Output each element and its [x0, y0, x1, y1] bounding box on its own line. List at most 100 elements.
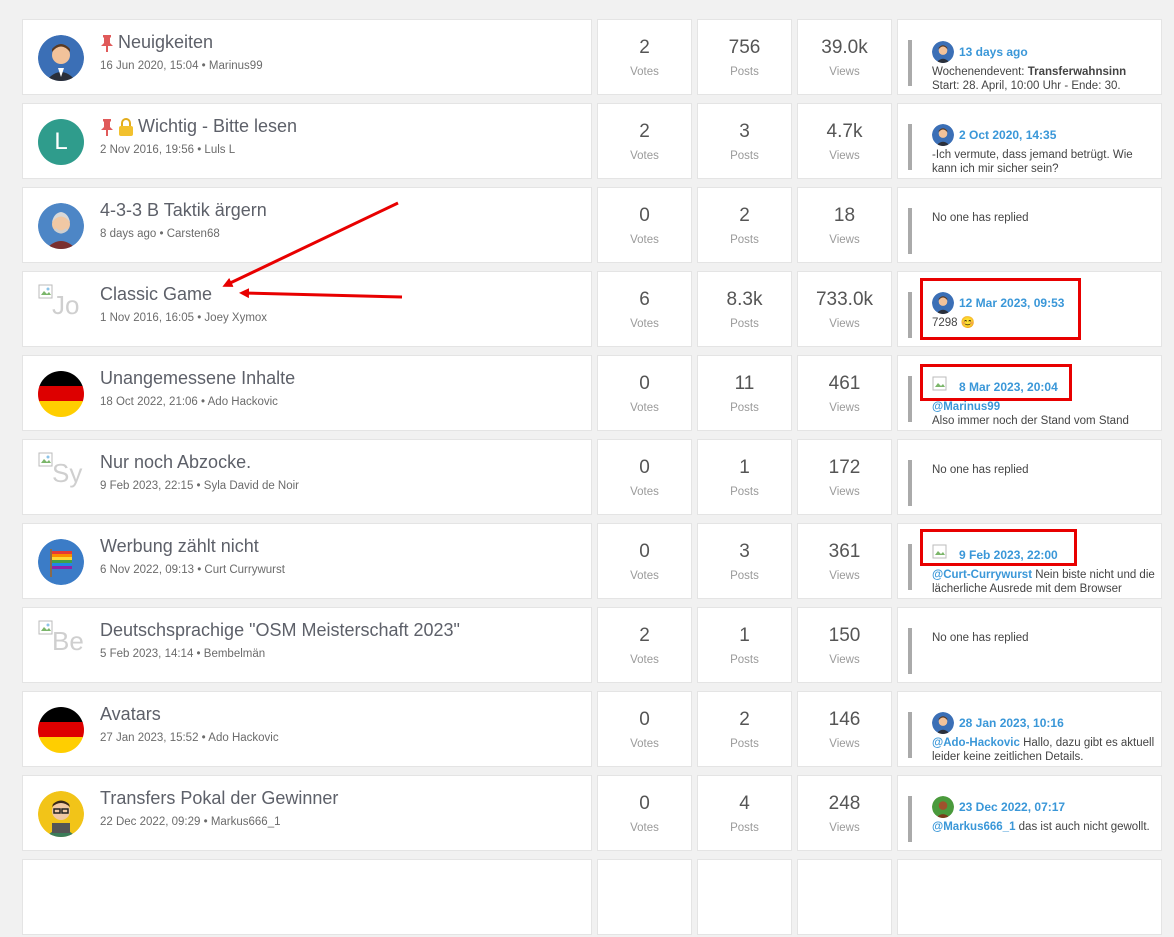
broken-image-icon[interactable]: Sy	[38, 452, 88, 502]
topic-row[interactable]: Neuigkeiten 16 Jun 2020, 15:04 • Marinus…	[22, 19, 1162, 97]
views-label: Views	[829, 402, 860, 414]
last-post-date[interactable]: 2 Oct 2020, 14:35	[959, 128, 1056, 142]
last-post-text: @Curt-Currywurst Nein biste nicht und di…	[932, 569, 1155, 595]
votes-cell: 0 Votes	[597, 775, 692, 851]
votes-label: Votes	[630, 570, 659, 582]
last-post-cell: 13 days ago Wochenendevent: Transferwahn…	[897, 19, 1162, 95]
author-link[interactable]: Ado Hackovic	[208, 396, 278, 408]
views-label: Views	[829, 486, 860, 498]
topic-title[interactable]: 4-3-3 B Taktik ärgern	[100, 200, 267, 221]
votes-cell: 0 Votes	[597, 523, 692, 599]
views-cell: 146 Views	[797, 691, 892, 767]
posts-label: Posts	[730, 318, 759, 330]
views-cell: 461 Views	[797, 355, 892, 431]
votes-cell: 0 Votes	[597, 439, 692, 515]
topic-row[interactable]: Be Deutschsprachige "OSM Meisterschaft 2…	[22, 607, 1162, 685]
topic-row[interactable]: Sy Nur noch Abzocke. 9 Feb 2023, 22:15 •…	[22, 439, 1162, 517]
topic-cell: Neuigkeiten 16 Jun 2020, 15:04 • Marinus…	[22, 19, 592, 95]
views-cell: 18 Views	[797, 187, 892, 263]
posts-count: 3	[739, 121, 750, 142]
germany-flag-icon[interactable]	[38, 371, 84, 417]
posts-label: Posts	[730, 150, 759, 162]
votes-cell: 0 Votes	[597, 355, 692, 431]
votes-label: Votes	[630, 66, 659, 78]
topic-row[interactable]: Transfers Pokal der Gewinner 22 Dec 2022…	[22, 775, 1162, 853]
posts-cell: 3 Posts	[697, 103, 792, 179]
topic-meta: 8 days ago • Carsten68	[100, 228, 220, 240]
last-post-cell: No one has replied	[897, 607, 1162, 683]
last-post-text: @Markus666_1 das ist auch nicht gewollt.	[932, 821, 1150, 833]
posts-cell: 11 Posts	[697, 355, 792, 431]
views-label: Views	[829, 570, 860, 582]
views-cell: 150 Views	[797, 607, 892, 683]
author-link[interactable]: Joey Xymox	[204, 312, 267, 324]
topic-title[interactable]: Wichtig - Bitte lesen	[100, 116, 297, 137]
man-suit-icon[interactable]	[932, 712, 954, 734]
pin-icon	[101, 34, 113, 52]
posts-label: Posts	[730, 738, 759, 750]
topic-title[interactable]: Werbung zählt nicht	[100, 536, 259, 557]
last-post-date[interactable]: 28 Jan 2023, 10:16	[959, 716, 1064, 730]
posts-cell: 1 Posts	[697, 439, 792, 515]
topic-title[interactable]: Neuigkeiten	[100, 32, 213, 53]
author-link[interactable]: Bembelmän	[204, 648, 265, 660]
avatar-alt-text: Jo	[52, 290, 80, 320]
views-cell: 733.0k Views	[797, 271, 892, 347]
man-suit-icon[interactable]	[932, 124, 954, 146]
posts-count: 8.3k	[726, 289, 763, 310]
topic-cell: L Wichtig - Bitte lesen 2 Nov 2016, 19:5…	[22, 103, 592, 179]
posts-cell	[697, 859, 792, 935]
broken-image-icon[interactable]: Jo	[38, 284, 88, 334]
topic-meta: 5 Feb 2023, 14:14 • Bembelmän	[100, 648, 266, 660]
views-cell: 361 Views	[797, 523, 892, 599]
views-label: Views	[829, 738, 860, 750]
posts-label: Posts	[730, 66, 759, 78]
views-label: Views	[829, 234, 860, 246]
votes-count: 2	[639, 625, 650, 646]
topic-row[interactable]: 4-3-3 B Taktik ärgern 8 days ago • Carst…	[22, 187, 1162, 265]
last-post-date[interactable]: 23 Dec 2022, 07:17	[959, 800, 1065, 814]
author-link[interactable]: Curt Currywurst	[204, 564, 285, 576]
author-link[interactable]: Marinus99	[209, 60, 263, 72]
topic-title[interactable]: Deutschsprachige "OSM Meisterschaft 2023…	[100, 620, 460, 641]
author-link[interactable]: Syla David de Noir	[204, 480, 299, 492]
author-link[interactable]: Carsten68	[167, 228, 220, 240]
mention-link[interactable]: @Marinus99	[932, 401, 1000, 413]
views-count: 39.0k	[821, 37, 868, 58]
mention-link[interactable]: @Markus666_1	[932, 821, 1015, 833]
views-label: Views	[829, 318, 860, 330]
mention-link[interactable]: @Ado-Hackovic	[932, 737, 1020, 749]
topic-title[interactable]: Avatars	[100, 704, 161, 725]
topic-meta: 2 Nov 2016, 19:56 • Luls L	[100, 144, 236, 156]
posts-count: 2	[739, 205, 750, 226]
last-post-bar	[908, 208, 912, 254]
topic-cell	[22, 859, 592, 935]
last-post-text: @Ado-Hackovic Hallo, dazu gibt es aktuel…	[932, 737, 1155, 763]
author-link[interactable]: Ado Hackovic	[208, 732, 278, 744]
votes-label: Votes	[630, 822, 659, 834]
broken-image-icon[interactable]: Be	[38, 620, 88, 670]
last-post-cell: 28 Jan 2023, 10:16 @Ado-Hackovic Hallo, …	[897, 691, 1162, 767]
topic-cell: Avatars 27 Jan 2023, 15:52 • Ado Hackovi…	[22, 691, 592, 767]
topic-title[interactable]: Unangemessene Inhalte	[100, 368, 295, 389]
topic-title[interactable]: Transfers Pokal der Gewinner	[100, 788, 338, 809]
glasses-man-icon[interactable]	[38, 791, 84, 837]
mention-link[interactable]: @Curt-Currywurst	[932, 569, 1032, 581]
author-link[interactable]: Luls L	[204, 144, 235, 156]
last-post-date[interactable]: 13 days ago	[959, 45, 1028, 59]
old-man-icon[interactable]	[38, 203, 84, 249]
topic-title[interactable]: Classic Game	[100, 284, 212, 305]
author-link[interactable]: Markus666_1	[211, 816, 281, 828]
letter-avatar[interactable]: L	[38, 119, 84, 165]
views-count: 18	[833, 205, 856, 226]
votes-count: 0	[639, 457, 650, 478]
topic-row[interactable]: Avatars 27 Jan 2023, 15:52 • Ado Hackovi…	[22, 691, 1162, 769]
rainbow-flag-icon[interactable]	[38, 539, 84, 585]
man-suit-icon[interactable]	[38, 35, 84, 81]
man-suit-icon[interactable]	[932, 41, 954, 63]
topic-title[interactable]: Nur noch Abzocke.	[100, 452, 251, 473]
last-post-cell: 2 Oct 2020, 14:35 -Ich vermute, dass jem…	[897, 103, 1162, 179]
germany-flag-icon[interactable]	[38, 707, 84, 753]
topic-row[interactable]: L Wichtig - Bitte lesen 2 Nov 2016, 19:5…	[22, 103, 1162, 181]
green-avatar-icon[interactable]	[932, 796, 954, 818]
